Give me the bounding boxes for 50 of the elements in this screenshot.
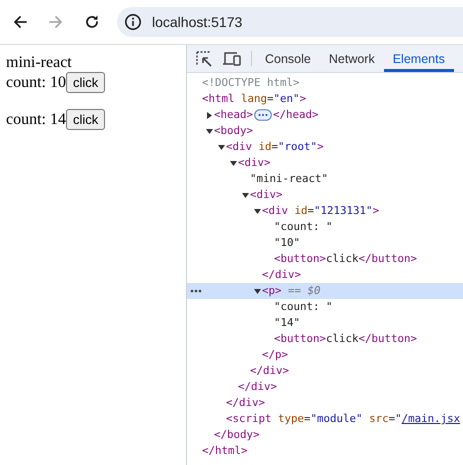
code-line: <html lang="en">: [202, 91, 306, 107]
code-line: </p>: [262, 347, 288, 363]
expanded-arrow-icon[interactable]: [205, 126, 214, 136]
reload-icon[interactable]: [83, 13, 101, 31]
code-line: <button>click</button>: [274, 251, 418, 267]
code-line: </html>: [202, 443, 248, 459]
code-line: <button>click</button>: [274, 331, 418, 347]
expanded-arrow-icon[interactable]: [217, 142, 226, 152]
code-line: </div>: [238, 379, 278, 395]
code-line: <div id="root">: [226, 139, 324, 155]
code-line: "count: ": [274, 299, 333, 315]
devtools-tab[interactable]: Console: [256, 45, 320, 72]
code-line: <div id="1213131">: [262, 203, 380, 219]
code-line: <head>: [214, 107, 254, 123]
code-line: </body>: [214, 427, 260, 443]
page-text: mini-react: [6, 54, 72, 72]
code-line: <!DOCTYPE html>: [202, 75, 300, 91]
code-line: "count: ": [274, 219, 333, 235]
click-button[interactable]: click: [66, 72, 106, 93]
code-line: </div>: [250, 363, 290, 379]
devtools-tab[interactable]: Network: [320, 45, 384, 72]
source-link[interactable]: /main.jsx: [402, 412, 460, 425]
selected-row[interactable]: <p> == $0: [187, 283, 463, 299]
code-line: "10": [274, 235, 300, 251]
code-line: </div>: [226, 395, 266, 411]
inspect-icon[interactable]: [195, 50, 213, 68]
code-line: <div>: [250, 187, 283, 203]
code-line: <body>: [214, 123, 254, 139]
device-icon[interactable]: [222, 50, 242, 68]
collapsed-arrow-icon[interactable]: [205, 110, 214, 120]
code-line: </head>: [273, 107, 319, 123]
expanded-arrow-icon[interactable]: [253, 206, 262, 216]
expanded-arrow-icon[interactable]: [253, 286, 262, 296]
code-line: "mini-react": [250, 171, 328, 187]
expanded-arrow-icon[interactable]: [241, 190, 250, 200]
devtools-tab[interactable]: Elements: [384, 45, 454, 72]
expanded-arrow-icon[interactable]: [229, 158, 238, 168]
code-line: <div>: [238, 155, 271, 171]
code-line: <p> == $0: [262, 283, 321, 299]
click-button[interactable]: click: [66, 109, 106, 130]
code-line: </div>: [262, 267, 302, 283]
code-line: <script type="module" src="/main.jsx: [226, 411, 460, 427]
back-icon[interactable]: [11, 13, 29, 31]
count-text: count: 10: [6, 74, 66, 92]
ellipsis-icon[interactable]: [254, 109, 272, 121]
more-icon[interactable]: [190, 289, 202, 293]
info-icon[interactable]: [124, 13, 142, 31]
address-bar[interactable]: localhost:5173: [117, 7, 463, 37]
count-text: count: 14: [6, 110, 66, 128]
code-line: "14": [274, 315, 300, 331]
